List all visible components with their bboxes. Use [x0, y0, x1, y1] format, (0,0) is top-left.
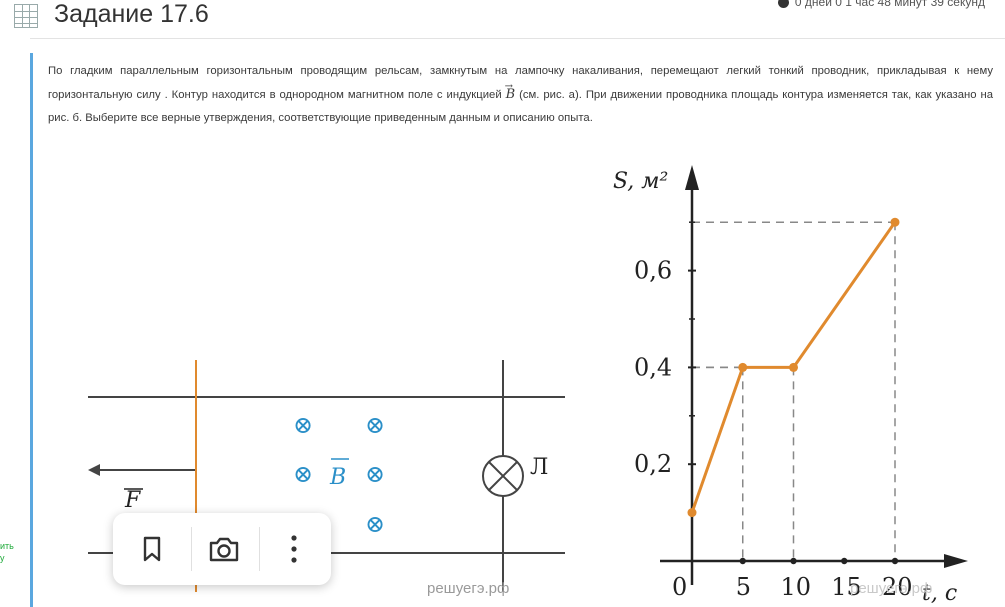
x-tick [841, 557, 848, 565]
y-tick-label: 0,2 [634, 450, 672, 478]
data-point [789, 362, 798, 372]
x-tick [790, 557, 797, 565]
floating-toolbar [113, 513, 331, 585]
x-tick [891, 557, 899, 565]
y-tick-label: 0,4 [634, 353, 672, 381]
x-tick-label: 10 [781, 573, 812, 601]
y-axis-arrow [685, 165, 699, 190]
y-axis-label: S, м² [613, 169, 668, 194]
x-tick [739, 557, 746, 565]
camera-icon [209, 537, 239, 562]
data-point [687, 508, 697, 518]
x-tick-label: 5 [736, 573, 751, 601]
watermark-a: решуегэ.рф [427, 580, 510, 597]
more-button[interactable] [259, 513, 329, 585]
more-vertical-icon [291, 535, 297, 563]
bookmark-icon [143, 536, 161, 562]
x-axis-arrow [944, 554, 968, 568]
camera-button[interactable] [189, 513, 259, 585]
x-tick-label: 0 [672, 573, 687, 601]
bookmark-button[interactable] [117, 513, 187, 585]
data-point [738, 362, 748, 372]
chart-axes: S, м² t, c [613, 165, 968, 606]
watermark-b: решуегэ.рф [850, 580, 933, 597]
y-tick-label: 0,6 [634, 257, 672, 285]
data-point [890, 217, 900, 227]
